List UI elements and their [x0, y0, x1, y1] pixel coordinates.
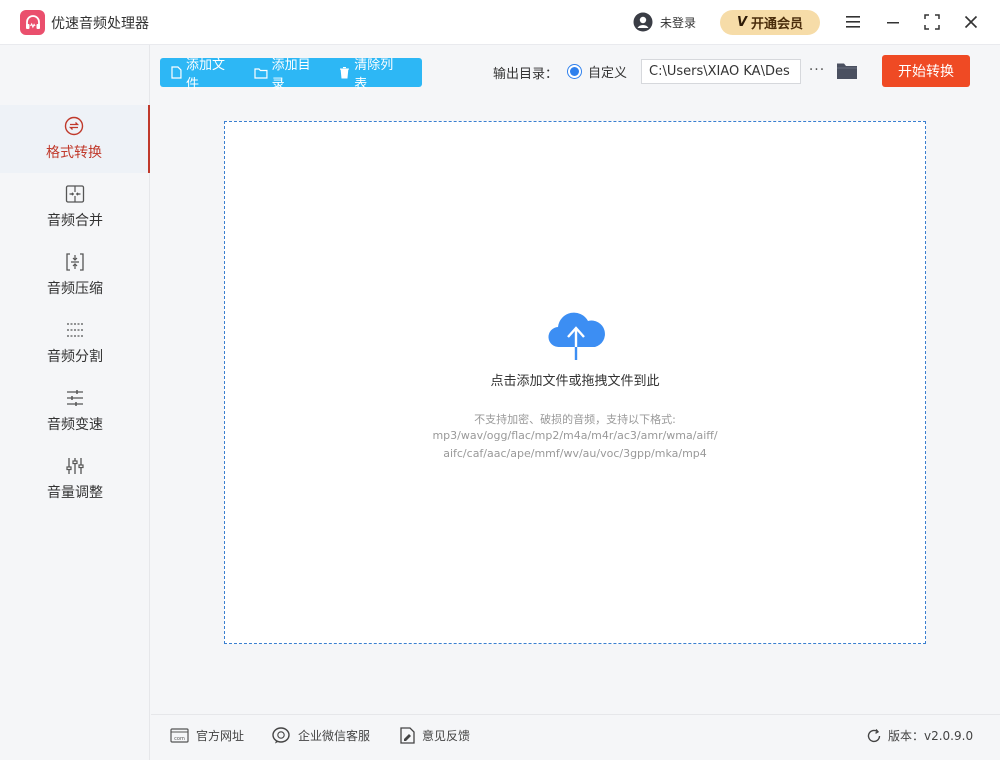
sidebar-item-label: 音频压缩 [47, 281, 103, 297]
wechat-label: 企业微信客服 [298, 729, 371, 743]
sidebar-item-volume[interactable]: 音量调整 [0, 445, 150, 513]
version-info: 版本：v2.0.9.0 [866, 727, 973, 744]
output-path-field[interactable]: C:\Users\XIAO KA\Des [641, 59, 801, 84]
sidebar-item-speed[interactable]: 音频变速 [0, 377, 150, 445]
sidebar-item-split[interactable]: 音频分割 [0, 309, 150, 377]
login-button[interactable]: 未登录 [633, 12, 696, 32]
sidebar-item-label: 音频变速 [47, 417, 103, 433]
clear-list-label: 清除列表 [354, 57, 394, 92]
sidebar: 格式转换 音频合并 音频压缩 音频分割 音频变速 音量调整 [0, 45, 150, 760]
clear-list-button[interactable]: 清除列表 [339, 54, 406, 92]
speed-icon [67, 390, 83, 406]
refresh-icon [867, 728, 881, 742]
close-icon [964, 15, 978, 29]
custom-dir-label: 自定义 [588, 66, 628, 81]
add-dir-button[interactable]: 添加目录 [254, 54, 324, 92]
footer: com 官方网址 企业微信客服 意见反馈 版本：v2.0.9.0 [151, 714, 1000, 760]
title-bar: 优速音频处理器 未登录 V 开通会员 [0, 0, 1000, 45]
format-note-line1: 不支持加密、破损的音频，支持以下格式: [474, 413, 676, 426]
minimize-icon [887, 22, 899, 24]
feedback-link[interactable]: 意见反馈 [400, 727, 470, 744]
file-icon [171, 66, 182, 79]
app-title: 优速音频处理器 [51, 16, 149, 32]
maximize-button[interactable] [922, 12, 942, 32]
convert-icon [64, 116, 84, 136]
user-icon [633, 12, 653, 32]
add-dir-label: 添加目录 [271, 57, 311, 92]
merge-icon [65, 185, 85, 203]
hamburger-icon [846, 16, 860, 28]
sidebar-item-label: 音频分割 [47, 349, 103, 365]
minimize-button[interactable] [883, 12, 903, 32]
sidebar-item-label: 音频合并 [47, 213, 103, 229]
cloud-upload-icon [548, 312, 605, 360]
website-link[interactable]: com 官方网址 [170, 727, 244, 744]
svg-text:com: com [174, 736, 185, 742]
format-note-line2: mp3/wav/ogg/flac/mp2/m4a/m4r/ac3/amr/wma… [432, 429, 718, 442]
sidebar-item-label: 格式转换 [46, 145, 102, 161]
format-note-line3: aifc/caf/aac/ape/mmf/wv/au/voc/3gpp/mka/… [443, 447, 707, 460]
website-icon: com [170, 728, 189, 743]
sidebar-item-label: 音量调整 [47, 485, 103, 501]
app-logo-icon [20, 10, 45, 35]
trash-icon [340, 66, 350, 79]
sidebar-item-merge[interactable]: 音频合并 [0, 173, 150, 241]
maximize-icon [924, 14, 940, 30]
menu-button[interactable] [843, 12, 863, 32]
file-toolbar: 添加文件 添加目录 清除列表 [160, 58, 422, 92]
radio-selected-icon [567, 64, 582, 79]
open-folder-button[interactable] [836, 61, 858, 81]
start-convert-button[interactable]: 开始转换 [882, 55, 970, 87]
drop-hint-text: 点击添加文件或拖拽文件到此 [490, 374, 660, 389]
folder-icon [837, 63, 857, 79]
wechat-icon [272, 727, 290, 744]
sidebar-item-compress[interactable]: 音频压缩 [0, 241, 150, 309]
folder-outline-icon [254, 67, 268, 79]
volume-icon [66, 458, 84, 474]
more-options-button[interactable]: ··· [807, 60, 827, 82]
add-file-label: 添加文件 [185, 57, 225, 92]
vip-icon: V [736, 15, 748, 30]
custom-dir-radio[interactable]: 自定义 [567, 62, 627, 81]
add-file-button[interactable]: 添加文件 [171, 54, 238, 92]
compress-icon [66, 253, 84, 271]
vip-label: 开通会员 [751, 17, 804, 32]
website-label: 官方网址 [196, 729, 245, 743]
output-dir-label: 输出目录： [493, 67, 559, 82]
sidebar-item-format-convert[interactable]: 格式转换 [0, 105, 150, 173]
login-label: 未登录 [660, 15, 697, 30]
feedback-icon [400, 727, 415, 744]
wechat-service-link[interactable]: 企业微信客服 [272, 727, 370, 744]
version-label: 版本：v2.0.9.0 [888, 729, 974, 743]
close-button[interactable] [961, 12, 981, 32]
feedback-label: 意见反馈 [422, 729, 471, 743]
vip-button[interactable]: V 开通会员 [720, 10, 820, 35]
split-icon [67, 323, 83, 337]
file-drop-zone[interactable]: 点击添加文件或拖拽文件到此 不支持加密、破损的音频，支持以下格式: mp3/wa… [224, 121, 926, 644]
